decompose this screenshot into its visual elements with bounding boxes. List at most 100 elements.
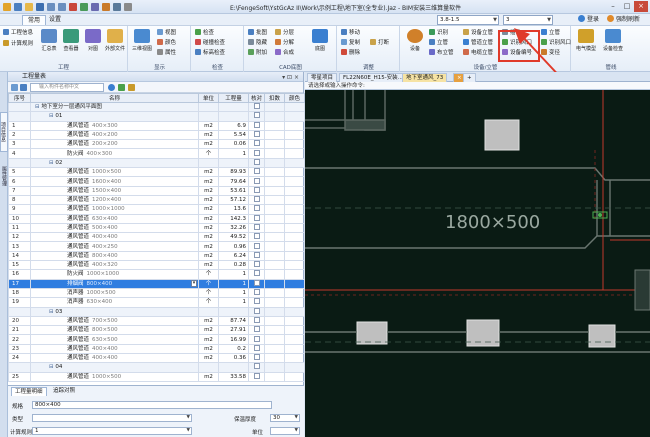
unit-field[interactable]: ▼ (270, 427, 300, 435)
tab-trace[interactable]: 追踪对照 (50, 387, 78, 396)
delete-button[interactable]: 删除 (341, 49, 360, 58)
close-doc-icon[interactable] (69, 3, 77, 11)
row-checkbox[interactable] (253, 122, 260, 128)
spec-field[interactable]: 800×400 (32, 401, 272, 409)
row-checkbox[interactable] (253, 233, 260, 240)
row-checkbox[interactable] (253, 252, 260, 258)
color-button[interactable]: 颜色 (157, 39, 176, 48)
project-info-button[interactable]: 工程信息 (3, 29, 33, 38)
row-checkbox[interactable] (253, 335, 260, 342)
row-checkbox[interactable] (253, 177, 260, 184)
row-checkbox[interactable] (253, 205, 260, 212)
table-group-row[interactable]: ⊟ 03 (8, 306, 305, 317)
tab-project-info[interactable]: 项目信息 (0, 112, 8, 152)
row-checkbox[interactable] (253, 131, 260, 138)
new-file-icon[interactable] (14, 3, 22, 11)
summary-table-button[interactable]: 汇总表 (38, 29, 60, 59)
table-row[interactable]: 25 通风管道 1000×500 m2 33.58 (8, 371, 305, 382)
table-row[interactable]: 11 通风管道 500×400 m2 32.26 (8, 222, 305, 234)
export-icon[interactable] (102, 3, 110, 11)
table-row[interactable]: 17 排烟阀 800×400 ▾ 个 1 (8, 278, 305, 289)
table-row[interactable]: 14 通风管道 800×400 m2 6.24 (8, 250, 305, 262)
calc-rule-button[interactable]: 计算规则 (3, 40, 33, 49)
new-tab-icon[interactable]: + (463, 73, 476, 82)
row-checkbox[interactable] (253, 345, 260, 351)
chevron-down-icon[interactable]: ▾ (191, 280, 197, 287)
row-checkbox[interactable] (253, 168, 260, 175)
command-prompt[interactable]: 请选择或输入操作命令: (305, 82, 650, 90)
table-row[interactable]: 8 通风管道 1200×400 m2 57.12 (8, 194, 305, 206)
search-icon[interactable] (108, 84, 115, 91)
row-checkbox[interactable] (253, 140, 260, 147)
table-row[interactable]: 7 通风管道 1500×400 m2 53.61 (8, 185, 305, 196)
collision-check-button[interactable]: 碰撞检查 (195, 39, 225, 48)
row-checkbox[interactable] (253, 317, 260, 323)
equipment-riser-button[interactable]: 设备立管 (463, 29, 493, 38)
table-row[interactable]: 21 通风管道 800×500 m2 27.91 (8, 325, 305, 336)
print-icon[interactable] (113, 3, 121, 11)
maximize-button[interactable]: □ (620, 1, 634, 12)
table-row[interactable]: 18 消声器 1000×500 个 1 (8, 287, 305, 299)
batch-button[interactable]: 批图 (248, 29, 267, 38)
row-checkbox[interactable] (253, 215, 260, 221)
row-checkbox[interactable] (253, 289, 260, 296)
settings-icon[interactable] (124, 3, 132, 11)
table-row[interactable]: 3 通风管道 200×200 m2 0.06 (8, 139, 305, 150)
table-row[interactable]: 9 通风管道 1000×1000 m2 13.6 (8, 204, 305, 215)
help-icon[interactable] (80, 3, 88, 11)
tab-common[interactable]: 常用 (22, 15, 47, 25)
table-row[interactable]: 1 通风管道 400×300 m2 6.9 (8, 120, 305, 131)
table-group-row[interactable]: ⊟ 04 (8, 362, 305, 373)
table-row[interactable]: 6 通风管道 1600×400 m2 79.64 (8, 176, 305, 187)
attach-button[interactable]: 附加 (248, 49, 267, 58)
table-row[interactable]: 23 通风管道 400×400 m2 0.2 (8, 343, 305, 355)
row-checkbox[interactable] (253, 354, 260, 361)
table-row[interactable]: 10 通风管道 630×400 m2 142.3 (8, 213, 305, 224)
row-checkbox[interactable] (253, 363, 260, 370)
property-button[interactable]: 属性 (157, 49, 176, 58)
type-select[interactable]: ▼ (32, 414, 192, 422)
break-button[interactable]: 打断 (370, 39, 389, 48)
copy-button[interactable]: 复制 (341, 39, 360, 48)
row-checkbox[interactable] (253, 159, 260, 165)
table-row[interactable]: 22 通风管道 630×500 m2 16.99 (8, 334, 305, 345)
external-file-button[interactable]: 外部文件 (104, 29, 126, 59)
hide-button[interactable]: 隐藏 (248, 39, 267, 48)
row-checkbox[interactable] (253, 150, 260, 156)
table-row[interactable]: 19 消声器 630×400 个 1 (8, 297, 305, 308)
row-checkbox[interactable] (253, 261, 260, 268)
close-button[interactable]: × (634, 1, 648, 12)
table-group-row[interactable]: ⊟ 02 (8, 157, 305, 169)
row-checkbox[interactable] (253, 326, 260, 333)
equipment-button[interactable]: 设备 (404, 29, 426, 59)
undo-icon[interactable] (47, 3, 55, 11)
table-row[interactable]: 12 通风管道 400×400 m2 49.52 (8, 232, 305, 243)
floor-combo[interactable]: 3.8-1.5 ▼ (437, 15, 499, 25)
table-row[interactable]: 24 通风管道 400×400 m2 0.36 (8, 352, 305, 364)
row-checkbox[interactable] (253, 280, 260, 286)
merge-button[interactable]: 合成 (275, 49, 294, 58)
riser-button[interactable]: 立管 (429, 39, 448, 48)
table-row[interactable]: 2 通风管道 400×200 m2 5.54 (8, 129, 305, 141)
search-input[interactable]: 输入构件名称中文 (30, 83, 104, 92)
doc-tab-fl22[interactable]: FL22N60E_H15-安装... (339, 73, 407, 82)
export-table-icon[interactable] (128, 84, 135, 91)
collapse-icon[interactable] (20, 84, 27, 91)
compare-button[interactable]: 对图 (82, 29, 104, 59)
table-row[interactable]: 16 防火阀 1000×1000 个 1 (8, 269, 305, 280)
table-row[interactable]: 5 通风管道 1000×500 m2 89.93 (8, 167, 305, 178)
move-button[interactable]: 移动 (341, 29, 360, 38)
row-checkbox[interactable] (253, 298, 260, 305)
3d-view-button[interactable]: 三维视图 (131, 29, 153, 59)
row-checkbox[interactable] (253, 308, 260, 314)
redo-icon[interactable] (58, 3, 66, 11)
expand-icon[interactable] (11, 84, 18, 91)
table-row[interactable]: 15 通风管道 400×320 m2 0.28 (8, 260, 305, 271)
cable-riser-button[interactable]: 电缆立管 (463, 49, 493, 58)
pipe-riser-button[interactable]: 管道立管 (463, 39, 493, 48)
doc-tab-misc[interactable]: 零星项目 (307, 73, 338, 82)
table-row[interactable]: 13 通风管道 400×250 m2 0.96 (8, 241, 305, 252)
table-group-row[interactable]: ⊟ 地下室分一层通风平面图 (8, 101, 305, 113)
layer-button[interactable]: 分层 (275, 29, 294, 38)
minimize-button[interactable]: – (606, 1, 620, 12)
